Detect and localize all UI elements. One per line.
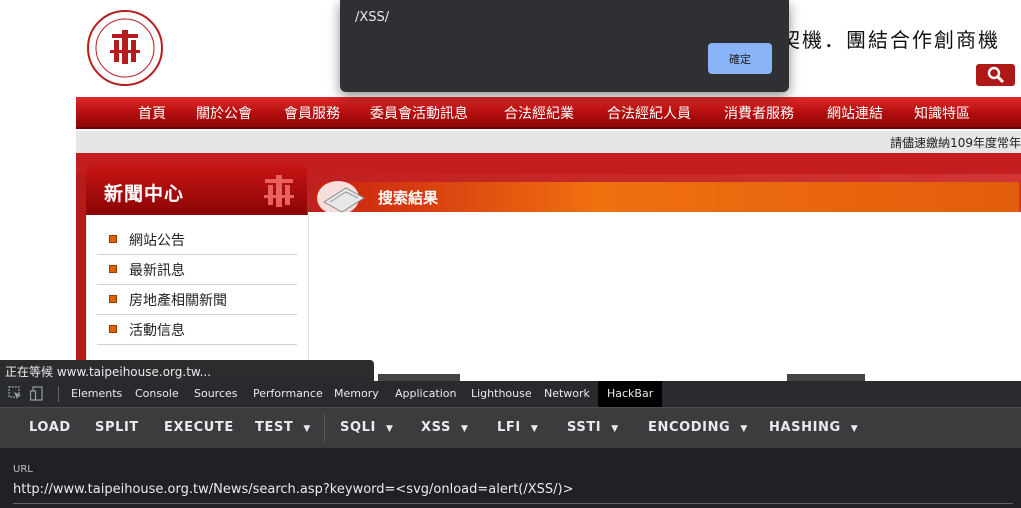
- obscured-text: [378, 374, 460, 381]
- split-button[interactable]: SPLIT: [95, 420, 139, 435]
- caret-down-icon: ▼: [740, 424, 748, 434]
- logo-mark-icon: [264, 175, 294, 207]
- result-title: 搜索結果: [378, 189, 439, 207]
- toolbar-divider: [58, 386, 59, 402]
- tab-memory[interactable]: Memory: [334, 387, 379, 400]
- obscured-text: [787, 374, 865, 381]
- nav-consumer-services[interactable]: 消費者服務: [724, 103, 794, 123]
- url-label: URL: [13, 464, 33, 475]
- device-toolbar-icon[interactable]: [30, 386, 44, 401]
- bullet-icon: [109, 325, 117, 333]
- url-input[interactable]: http://www.taipeihouse.org.tw/News/searc…: [13, 482, 574, 497]
- association-logo[interactable]: [84, 8, 166, 88]
- tab-console[interactable]: Console: [135, 387, 179, 400]
- tab-hackbar[interactable]: HackBar: [598, 381, 663, 407]
- hashing-dropdown[interactable]: HASHING ▼: [769, 420, 858, 435]
- tab-elements[interactable]: Elements: [71, 387, 122, 400]
- nav-about[interactable]: 關於公會: [196, 103, 252, 123]
- caret-down-icon: ▼: [611, 424, 619, 434]
- url-underline: [13, 503, 1013, 504]
- search-icon: [987, 66, 1004, 84]
- caret-down-icon: ▼: [530, 424, 539, 434]
- xss-dropdown[interactable]: XSS ▼: [421, 420, 469, 435]
- sidebar-item-latest-news[interactable]: 最新訊息: [97, 255, 297, 285]
- encoding-dropdown[interactable]: ENCODING ▼: [648, 420, 748, 435]
- bullet-icon: [109, 265, 117, 273]
- nav-legal-agencies[interactable]: 合法經紀業: [504, 103, 574, 123]
- tab-network[interactable]: Network: [544, 387, 590, 400]
- marquee-text[interactable]: 請儘速繳納109年度常年: [890, 134, 1021, 151]
- nav-legal-agents[interactable]: 合法經紀人員: [607, 103, 691, 123]
- nav-home[interactable]: 首頁: [138, 103, 166, 123]
- devtools-tab-bar: Elements Console Sources Performance Mem…: [0, 381, 1021, 408]
- sqli-dropdown[interactable]: SQLI ▼: [340, 420, 393, 435]
- main-navbar: 首頁 關於公會 會員服務 委員會活動訊息 合法經紀業 合法經紀人員 消費者服務 …: [76, 97, 1021, 129]
- toolbar-divider: [324, 414, 325, 442]
- caret-down-icon: ▼: [385, 424, 394, 434]
- sidebar-item-real-estate-news[interactable]: 房地產相關新聞: [97, 285, 297, 315]
- inspect-element-icon[interactable]: [8, 386, 22, 400]
- bullet-icon: [109, 295, 117, 303]
- nav-knowledge[interactable]: 知識特區: [914, 103, 970, 123]
- bullet-icon: [109, 235, 117, 243]
- status-text: 正在等候 www.taipeihouse.org.tw...: [5, 365, 212, 379]
- tab-application[interactable]: Application: [395, 387, 456, 400]
- tab-performance[interactable]: Performance: [253, 387, 323, 400]
- nav-links[interactable]: 網站連結: [827, 103, 883, 123]
- tab-sources[interactable]: Sources: [194, 387, 238, 400]
- caret-down-icon: ▼: [460, 424, 469, 434]
- nav-member-services[interactable]: 會員服務: [284, 103, 340, 123]
- tab-lighthouse[interactable]: Lighthouse: [471, 387, 532, 400]
- hackbar-toolbar: LOAD SPLIT EXECUTE TEST ▼ SQLI ▼ XSS ▼ LFI ▼…: [0, 408, 1021, 448]
- ssti-dropdown[interactable]: SSTI ▼: [567, 420, 619, 435]
- search-result-header: 搜索結果: [314, 181, 1019, 215]
- hackbar-url-panel: URL http://www.taipeihouse.org.tw/News/s…: [0, 448, 1021, 508]
- site-search-button[interactable]: [976, 64, 1015, 86]
- caret-down-icon: ▼: [303, 424, 311, 434]
- alert-dialog: /XSS/ 確定: [340, 0, 789, 92]
- caret-down-icon: ▼: [850, 424, 859, 434]
- nav-committee-news[interactable]: 委員會活動訊息: [370, 103, 468, 123]
- status-bubble: 正在等候 www.taipeihouse.org.tw...: [0, 360, 374, 381]
- sidebar-item-site-notice[interactable]: 網站公告: [97, 225, 297, 255]
- lfi-dropdown[interactable]: LFI ▼: [497, 420, 538, 435]
- sidebar-menu: 網站公告 最新訊息 房地產相關新聞 活動信息: [86, 215, 309, 380]
- alert-message: /XSS/: [355, 10, 390, 25]
- search-results-area: [308, 212, 1021, 380]
- load-button[interactable]: LOAD: [29, 420, 71, 435]
- sidebar-title: 新聞中心: [104, 183, 185, 205]
- document-icon: [317, 181, 365, 215]
- execute-button[interactable]: EXECUTE: [164, 420, 234, 435]
- test-dropdown[interactable]: TEST ▼: [255, 420, 311, 435]
- sidebar-header: 新聞中心: [86, 165, 307, 215]
- announcement-marquee: 請儘速繳納109年度常年: [76, 131, 1021, 153]
- alert-ok-button[interactable]: 確定: [708, 43, 772, 74]
- site-slogan: 契機．團結合作創商機: [780, 28, 1000, 52]
- sidebar-item-events[interactable]: 活動信息: [97, 315, 297, 345]
